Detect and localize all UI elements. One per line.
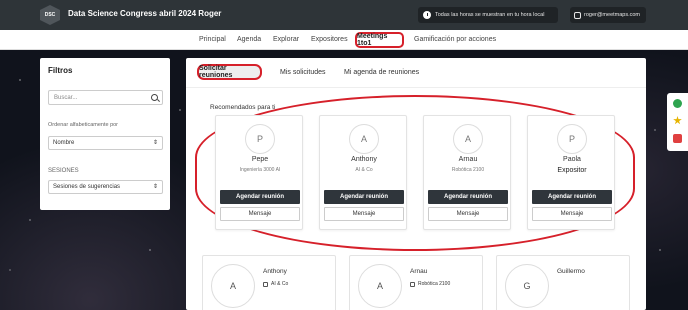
attendee-name: Guillermo: [557, 268, 585, 275]
attendee-card[interactable]: A Anthony AI & Co: [202, 255, 336, 310]
user-menu[interactable]: roger@meetmaps.com: [570, 7, 646, 23]
nav-expositores[interactable]: Expositores: [311, 36, 348, 43]
tab-solicitar-reuniones[interactable]: Solicitar reuniones: [197, 64, 262, 80]
select-arrows-icon: ⇕: [152, 140, 158, 146]
tab-mi-agenda[interactable]: Mi agenda de reuniones: [344, 69, 419, 76]
tab-mis-solicitudes[interactable]: Mis solicitudes: [280, 69, 326, 76]
sessions-select[interactable]: Sesiones de sugerencias ⇕: [48, 180, 163, 194]
schedule-meeting-button[interactable]: Agendar reunión: [220, 190, 300, 204]
user-email: roger@meetmaps.com: [584, 12, 641, 18]
select-arrows-icon: ⇕: [152, 184, 158, 190]
card-company: AI & Co: [355, 167, 373, 173]
main-nav: Principal Agenda Explorar Expositores Ga…: [0, 30, 688, 50]
sessions-value: Sesiones de sugerencias: [53, 184, 121, 190]
nav-principal[interactable]: Principal: [199, 36, 226, 43]
card-role: Expositor: [557, 167, 587, 174]
search-placeholder: Buscar...: [54, 94, 78, 101]
nav-gamificacion[interactable]: Gamificación por acciones: [414, 36, 496, 43]
attendee-name: Arnau: [410, 268, 428, 275]
nav-agenda[interactable]: Agenda: [237, 36, 261, 43]
meetings-panel: Solicitar reuniones Mis solicitudes Mi a…: [186, 58, 646, 310]
sort-select[interactable]: Nombre ⇕: [48, 136, 163, 150]
chat-icon[interactable]: [673, 99, 682, 108]
recommended-card: P Pepe Ingeniería 3000 AI Agendar reunió…: [215, 115, 303, 230]
card-name: Paola: [563, 156, 581, 163]
avatar[interactable]: A: [453, 124, 483, 154]
gamepad-icon[interactable]: [673, 134, 682, 143]
message-button[interactable]: Mensaje: [532, 207, 612, 221]
message-button[interactable]: Mensaje: [324, 207, 404, 221]
recommended-title: Recomendados para ti: [210, 104, 276, 111]
avatar[interactable]: A: [349, 124, 379, 154]
event-logo[interactable]: DSC: [40, 5, 60, 25]
recommended-card: A Arnau Robótica 2100 Agendar reunión Me…: [423, 115, 511, 230]
company-name: Robótica 2100: [418, 281, 451, 287]
sort-label: Ordenar alfabeticamente por: [48, 122, 119, 128]
avatar[interactable]: A: [358, 264, 402, 308]
attendee-card[interactable]: A Arnau Robótica 2100: [349, 255, 483, 310]
card-company: Robótica 2100: [451, 167, 485, 173]
building-icon: [263, 281, 268, 287]
filters-title: Filtros: [48, 66, 73, 75]
clock-icon: [423, 11, 431, 19]
building-icon: [410, 281, 415, 287]
schedule-meeting-button[interactable]: Agendar reunión: [532, 190, 612, 204]
timezone-text: Todas las horas se muestran en tu hora l…: [435, 12, 545, 18]
attendee-company: AI & Co: [263, 281, 288, 287]
schedule-meeting-button[interactable]: Agendar reunión: [324, 190, 404, 204]
message-button[interactable]: Mensaje: [428, 207, 508, 221]
card-name: Arnau: [458, 156, 478, 163]
user-icon: [574, 11, 581, 19]
schedule-meeting-button[interactable]: Agendar reunión: [428, 190, 508, 204]
top-bar: DSC Data Science Congress abril 2024 Rog…: [0, 0, 688, 30]
search-input[interactable]: Buscar...: [48, 90, 163, 105]
avatar[interactable]: P: [557, 124, 587, 154]
avatar[interactable]: G: [505, 264, 549, 308]
star-icon[interactable]: [673, 116, 682, 125]
card-name: Pepe: [251, 156, 269, 163]
meetings-tabs: Solicitar reuniones Mis solicitudes Mi a…: [186, 58, 646, 88]
event-title: Data Science Congress abril 2024 Roger: [68, 9, 222, 18]
attendee-name: Anthony: [263, 268, 287, 275]
search-icon[interactable]: [151, 94, 158, 101]
filters-panel: Filtros Buscar... Ordenar alfabeticament…: [40, 58, 170, 210]
side-actions: [667, 93, 688, 151]
card-company: Ingeniería 3000 AI: [239, 167, 281, 173]
avatar[interactable]: P: [245, 124, 275, 154]
company-name: AI & Co: [271, 281, 289, 287]
card-name: Anthony: [351, 156, 377, 163]
recommended-card: A Anthony AI & Co Agendar reunión Mensaj…: [319, 115, 407, 230]
sort-value: Nombre: [53, 140, 75, 146]
avatar[interactable]: A: [211, 264, 255, 308]
attendee-company: Robótica 2100: [410, 281, 450, 287]
timezone-notice: Todas las horas se muestran en tu hora l…: [418, 7, 558, 23]
sessions-label: SESIONES: [48, 168, 79, 174]
nav-explorar[interactable]: Explorar: [273, 36, 299, 43]
message-button[interactable]: Mensaje: [220, 207, 300, 221]
nav-meetings-1to1[interactable]: Meetings 1to1: [355, 32, 404, 48]
attendee-card[interactable]: G Guillermo: [496, 255, 630, 310]
recommended-card: P Paola Expositor Agendar reunión Mensaj…: [527, 115, 615, 230]
